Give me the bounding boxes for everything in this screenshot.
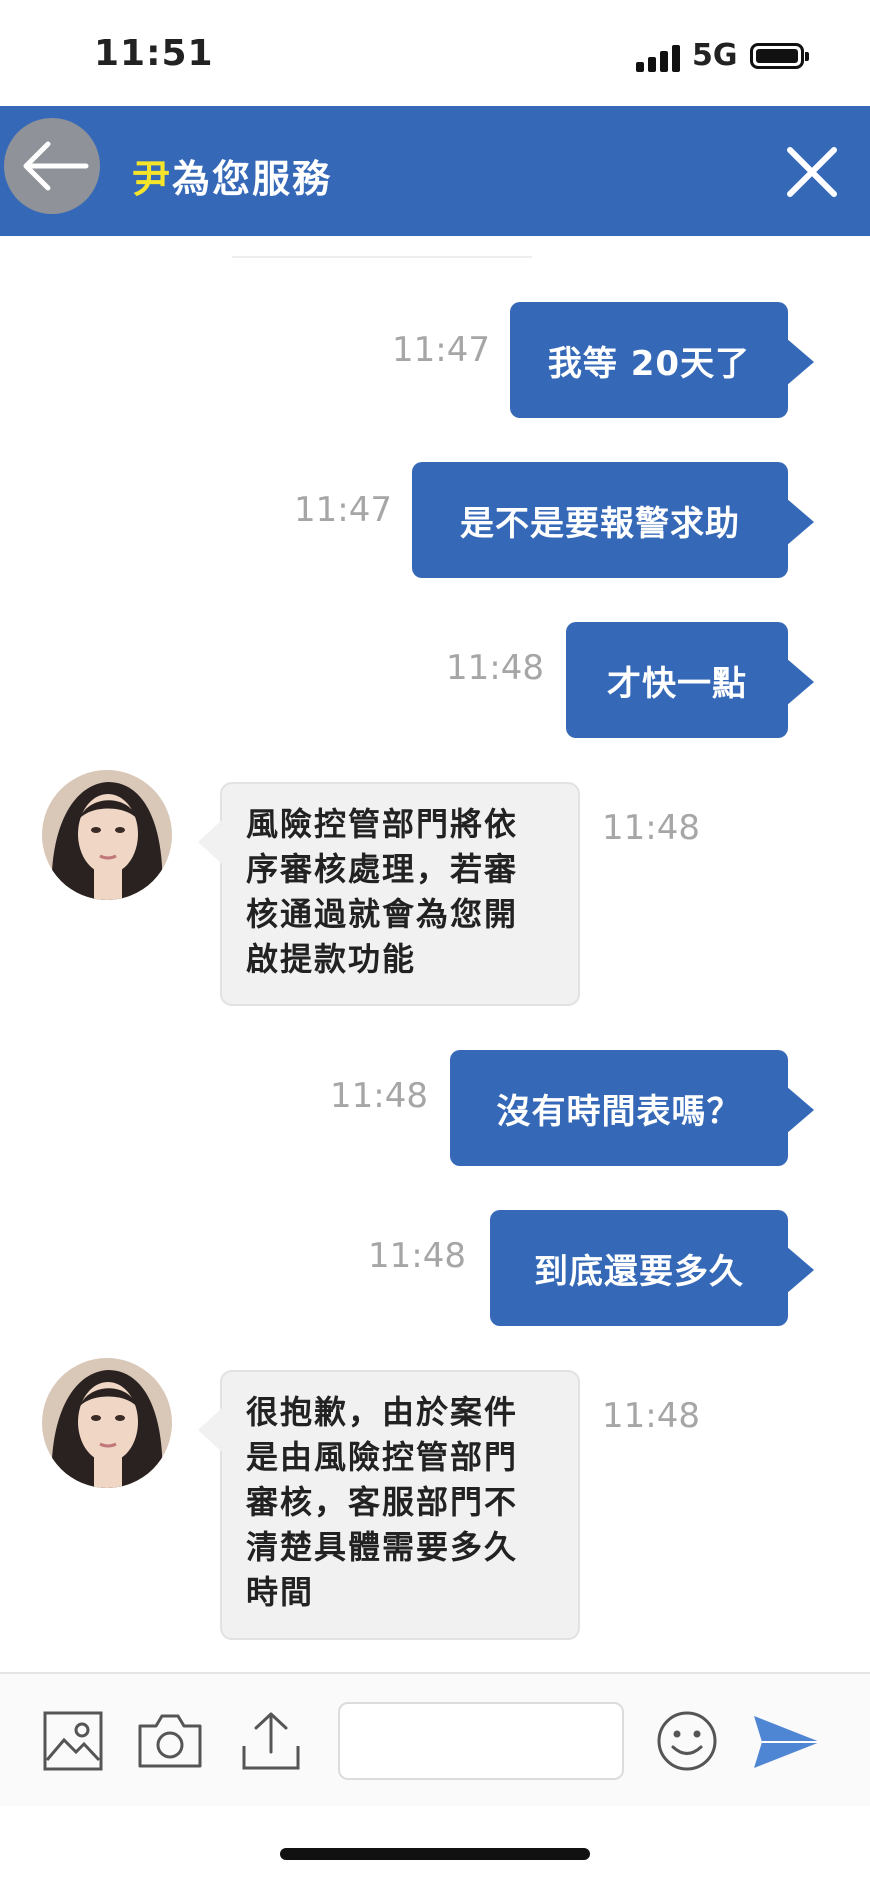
message-line: 清楚具體需要多久 xyxy=(246,1528,519,1566)
message-line: 很抱歉，由於案件 xyxy=(246,1393,519,1431)
message-bubble-outgoing[interactable]: 才快一點 xyxy=(566,622,814,738)
header-title-glyph: 尹 xyxy=(132,157,173,201)
header-title: 尹為您服務 xyxy=(132,148,332,203)
message-time: 11:47 xyxy=(392,330,490,370)
avatar-image xyxy=(42,770,172,900)
image-icon[interactable] xyxy=(42,1710,104,1772)
network-label: 5G xyxy=(692,38,738,73)
agent-avatar[interactable] xyxy=(42,1358,172,1488)
message-text: 我等 20天了 xyxy=(547,343,751,384)
message-bubble-outgoing[interactable]: 是不是要報警求助 xyxy=(412,462,814,578)
message-line: 審核，客服部門不 xyxy=(246,1483,519,1521)
message-input-bar xyxy=(0,1672,870,1808)
bottom-safe-area xyxy=(0,1806,870,1884)
message-bubble-incoming[interactable]: 風險控管部門將依 序審核處理，若審 核通過就會為您開 啟提款功能 xyxy=(198,782,580,1006)
message-time: 11:47 xyxy=(294,490,392,530)
message-line: 時間 xyxy=(246,1573,315,1611)
upload-icon[interactable] xyxy=(238,1708,304,1774)
message-bubble-incoming[interactable]: 很抱歉，由於案件 是由風險控管部門 審核，客服部門不 清楚具體需要多久 時間 xyxy=(198,1370,580,1640)
home-indicator[interactable] xyxy=(280,1848,590,1860)
header-title-text: 為您服務 xyxy=(172,157,333,201)
signal-icon xyxy=(636,44,682,72)
message-line: 風險控管部門將依 xyxy=(246,805,519,843)
divider xyxy=(232,256,532,258)
battery-icon xyxy=(750,43,809,69)
message-input[interactable] xyxy=(338,1702,624,1780)
message-text: 才快一點 xyxy=(607,663,747,704)
camera-icon[interactable] xyxy=(134,1712,206,1770)
close-icon[interactable] xyxy=(784,144,840,200)
message-time: 11:48 xyxy=(368,1236,466,1276)
message-bubble-outgoing[interactable]: 我等 20天了 xyxy=(510,302,814,418)
message-time: 11:48 xyxy=(602,808,700,848)
back-button[interactable] xyxy=(4,118,100,214)
agent-avatar[interactable] xyxy=(42,770,172,900)
message-time: 11:48 xyxy=(602,1396,700,1436)
message-text: 沒有時間表嗎？ xyxy=(496,1091,742,1132)
message-text: 是不是要報警求助 xyxy=(460,503,740,544)
message-time: 11:48 xyxy=(446,648,544,688)
message-line: 是由風險控管部門 xyxy=(246,1438,519,1476)
message-time: 11:48 xyxy=(330,1076,428,1116)
send-icon[interactable] xyxy=(752,1714,822,1770)
message-bubble-outgoing[interactable]: 到底還要多久 xyxy=(490,1210,814,1326)
status-time: 11:51 xyxy=(94,33,214,74)
chat-header: 尹為您服務 xyxy=(0,106,870,236)
status-bar: 11:51 5G xyxy=(0,0,870,106)
emoji-icon[interactable] xyxy=(656,1710,718,1772)
avatar-image xyxy=(42,1358,172,1488)
message-text: 到底還要多久 xyxy=(534,1251,744,1292)
back-arrow-icon xyxy=(23,141,89,191)
message-bubble-outgoing[interactable]: 沒有時間表嗎？ xyxy=(450,1050,814,1166)
message-line: 啟提款功能 xyxy=(246,940,417,978)
message-line: 序審核處理，若審 xyxy=(246,850,519,888)
message-line: 核通過就會為您開 xyxy=(246,895,519,933)
